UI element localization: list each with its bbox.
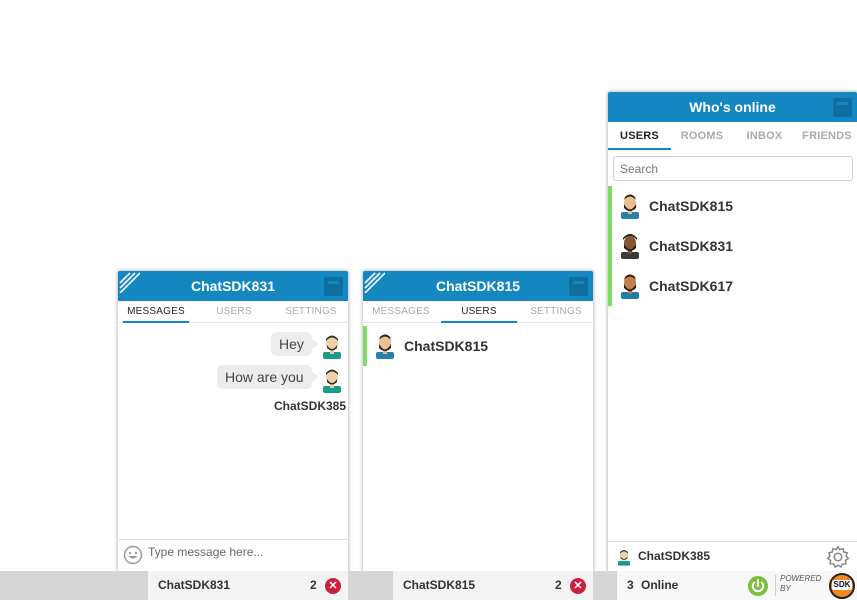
message-sender: ChatSDK385 [274, 399, 347, 413]
current-user-name: ChatSDK385 [638, 549, 711, 563]
close-icon[interactable]: ✕ [325, 578, 341, 594]
tab-users[interactable]: USERS [202, 301, 266, 323]
tab-messages[interactable]: MESSAGES [368, 301, 434, 323]
tab-bar: USERS ROOMS INBOX FRIENDS [608, 122, 857, 150]
tab-users[interactable]: USERS [441, 301, 517, 323]
resize-stripes-icon[interactable] [363, 271, 385, 293]
sdk-logo-text: SDK [832, 580, 852, 590]
avatar [621, 234, 639, 259]
power-icon[interactable] [747, 575, 769, 597]
tab-bar: MESSAGES USERS SETTINGS [118, 301, 348, 323]
tab-messages[interactable]: MESSAGES [123, 301, 189, 323]
tab-friends[interactable]: FRIENDS [798, 122, 856, 150]
online-label: Online [641, 578, 679, 592]
tab-bar: MESSAGES USERS SETTINGS [363, 301, 593, 323]
message-bubble: How are you [217, 365, 319, 389]
chat-window-header[interactable]: ChatSDK815 [363, 271, 593, 301]
dock-tab-name: ChatSDK831 [158, 578, 231, 592]
compose-area [118, 539, 348, 571]
user-list-item[interactable]: ChatSDK617 [608, 266, 857, 306]
avatar [323, 335, 341, 359]
chat-window-2: ChatSDK815 MESSAGES USERS SETTINGS ChatS… [362, 270, 594, 572]
tab-inbox[interactable]: INBOX [739, 122, 790, 150]
online-indicator [363, 326, 367, 366]
user-name: ChatSDK815 [404, 338, 489, 354]
powered-by-line2: BY [780, 584, 791, 593]
online-indicator [608, 266, 612, 306]
current-user-bar: ChatSDK385 [608, 541, 857, 571]
dock-tab-name: ChatSDK815 [403, 578, 476, 592]
avatar [323, 369, 341, 393]
sdk-logo[interactable]: SDK [829, 573, 855, 599]
user-list-item[interactable]: ChatSDK831 [608, 226, 857, 266]
avatar [618, 550, 630, 566]
user-name: ChatSDK617 [649, 278, 734, 294]
online-indicator [608, 226, 612, 266]
chat-window-header[interactable]: ChatSDK831 [118, 271, 348, 301]
user-list-item[interactable]: ChatSDK815 [608, 186, 857, 226]
resize-stripes-icon[interactable] [118, 271, 140, 293]
dock-tab-chatsdk831[interactable]: ChatSDK831 2 ✕ [148, 571, 348, 600]
online-panel-header[interactable]: Who's online [608, 92, 857, 122]
tab-rooms[interactable]: ROOMS [674, 122, 730, 150]
unread-count: 2 [555, 578, 562, 592]
message-bubble: Hey [271, 332, 319, 356]
gear-icon[interactable] [825, 544, 851, 570]
minimize-icon[interactable] [569, 277, 588, 296]
chat-window-title: ChatSDK815 [435, 278, 521, 294]
powered-by-text: POWERED BY [780, 574, 821, 594]
close-icon[interactable]: ✕ [570, 578, 586, 594]
chat-window-1: ChatSDK831 MESSAGES USERS SETTINGS Hey H… [117, 270, 349, 572]
dock-tab-chatsdk815[interactable]: ChatSDK815 2 ✕ [393, 571, 593, 600]
avatar [621, 194, 639, 219]
online-panel-title: Who's online [689, 99, 776, 115]
avatar [376, 334, 394, 359]
tab-users[interactable]: USERS [608, 122, 671, 150]
smiley-icon[interactable] [123, 545, 143, 565]
message-input[interactable] [148, 543, 338, 561]
chat-window-title: ChatSDK831 [190, 278, 276, 294]
tab-settings[interactable]: SETTINGS [523, 301, 589, 323]
unread-count: 2 [310, 578, 317, 592]
powered-by-line1: POWERED [780, 574, 822, 583]
tab-settings[interactable]: SETTINGS [278, 301, 344, 323]
search-input[interactable] [613, 156, 853, 181]
online-indicator [608, 186, 612, 226]
user-list-item[interactable]: ChatSDK815 [363, 326, 593, 366]
minimize-icon[interactable] [324, 277, 343, 296]
online-count: 3 [627, 578, 634, 592]
minimize-icon[interactable] [833, 98, 852, 117]
divider [775, 575, 776, 596]
avatar [621, 274, 639, 299]
online-panel: Who's online USERS ROOMS INBOX FRIENDS C… [607, 91, 857, 572]
user-name: ChatSDK831 [649, 238, 734, 254]
dock-online-tab[interactable]: 3 Online POWERED BY SDK [617, 571, 857, 600]
user-name: ChatSDK815 [649, 198, 734, 214]
